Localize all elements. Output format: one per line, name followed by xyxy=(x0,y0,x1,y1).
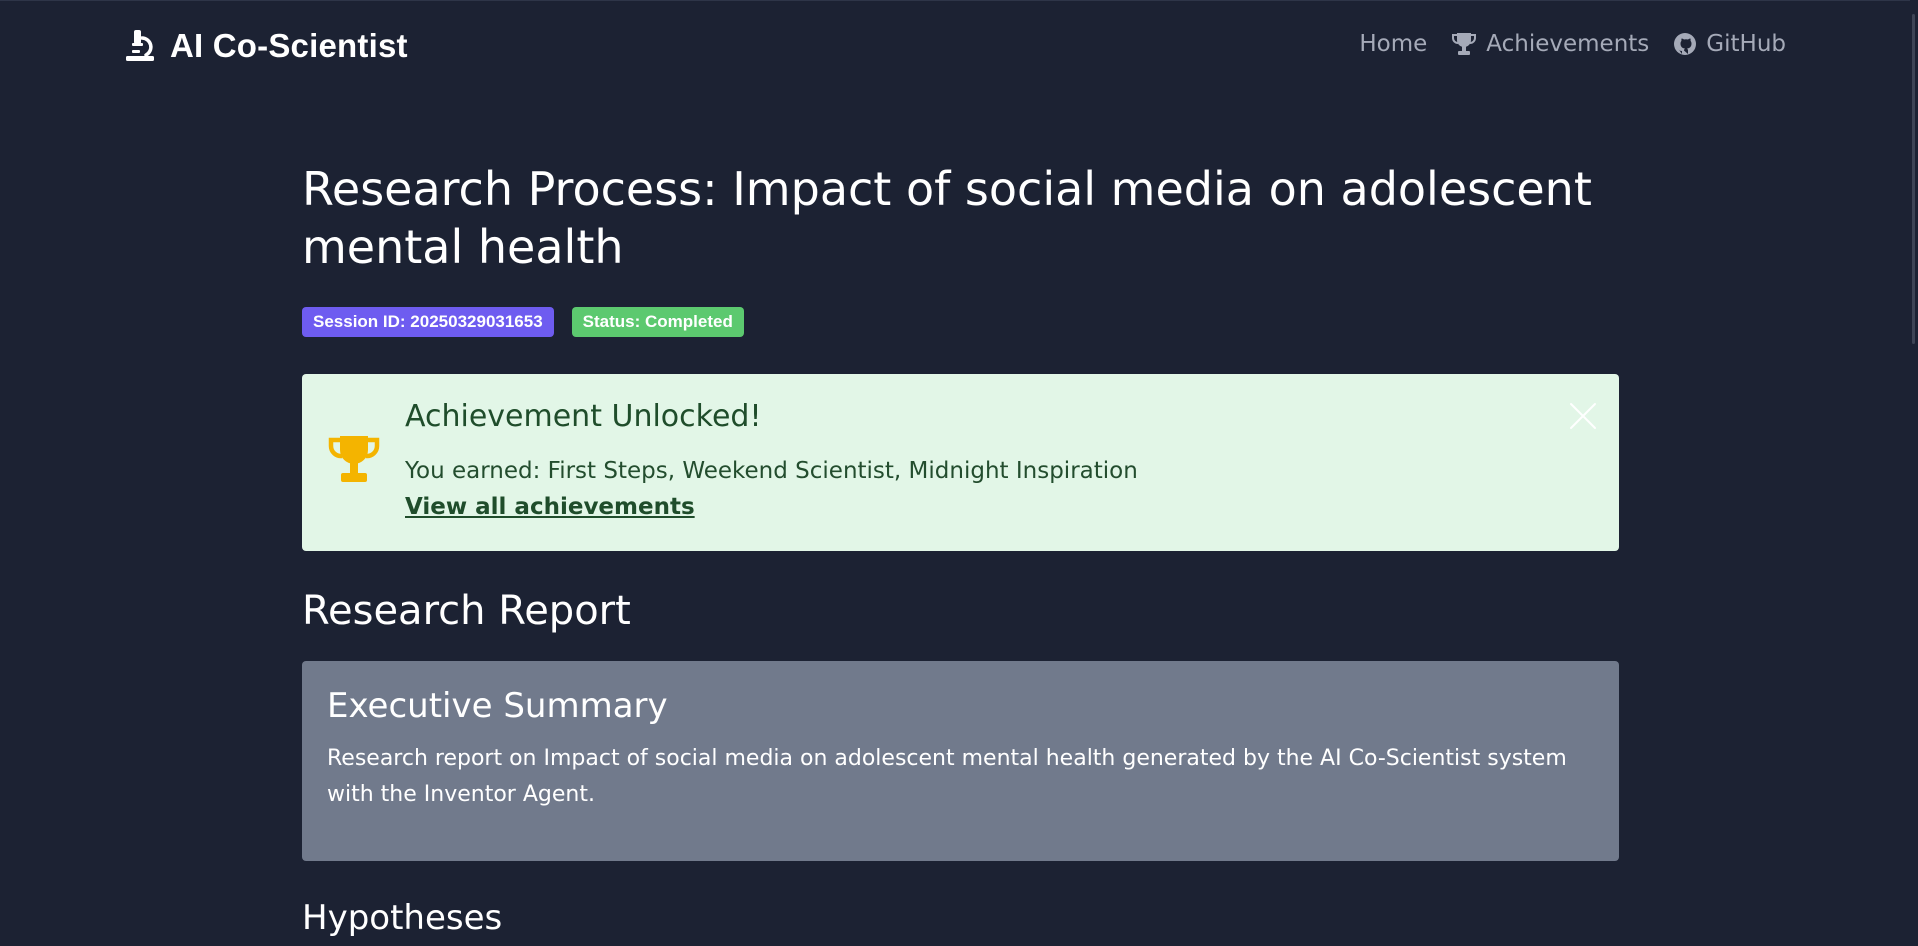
scrollbar-thumb[interactable] xyxy=(1912,14,1915,344)
session-id-badge: Session ID: 20250329031653 xyxy=(302,307,554,337)
nav-links: Home Achievements GitHub xyxy=(1359,31,1786,57)
close-icon[interactable] xyxy=(1569,402,1597,430)
session-badges: Session ID: 20250329031653 Status: Compl… xyxy=(302,307,744,337)
nav-github-link[interactable]: GitHub xyxy=(1673,31,1786,57)
github-icon xyxy=(1674,33,1697,55)
hypotheses-heading: Hypotheses xyxy=(302,898,503,938)
executive-summary-text: Research report on Impact of social medi… xyxy=(327,746,1567,807)
trophy-icon xyxy=(1452,33,1477,55)
nav-achievements-label: Achievements xyxy=(1486,31,1650,57)
nav-achievements-link[interactable]: Achievements xyxy=(1451,31,1649,57)
achievement-alert: Achievement Unlocked! You earned: First … xyxy=(302,374,1619,551)
research-report-heading: Research Report xyxy=(302,588,631,634)
achievement-text: You earned: First Steps, Weekend Scienti… xyxy=(405,458,1138,484)
executive-summary-card: Executive Summary Research report on Imp… xyxy=(302,661,1619,861)
executive-summary-title: Executive Summary xyxy=(327,686,668,726)
microscope-icon xyxy=(126,30,154,61)
achievement-title: Achievement Unlocked! xyxy=(405,399,762,434)
trophy-icon xyxy=(328,436,380,482)
nav-github-label: GitHub xyxy=(1706,31,1786,57)
brand-name: AI Co-Scientist xyxy=(170,27,408,64)
brand[interactable]: AI Co-Scientist xyxy=(122,27,408,65)
nav-home-label: Home xyxy=(1359,31,1428,57)
status-badge: Status: Completed xyxy=(571,307,744,337)
page-title: Research Process: Impact of social media… xyxy=(302,162,1592,274)
navbar: AI Co-Scientist Home Achievements GitHub xyxy=(0,0,1918,92)
nav-home-link[interactable]: Home xyxy=(1359,31,1427,57)
view-achievements-link[interactable]: View all achievements xyxy=(405,494,695,520)
page-scrollbar[interactable] xyxy=(1910,0,1918,946)
